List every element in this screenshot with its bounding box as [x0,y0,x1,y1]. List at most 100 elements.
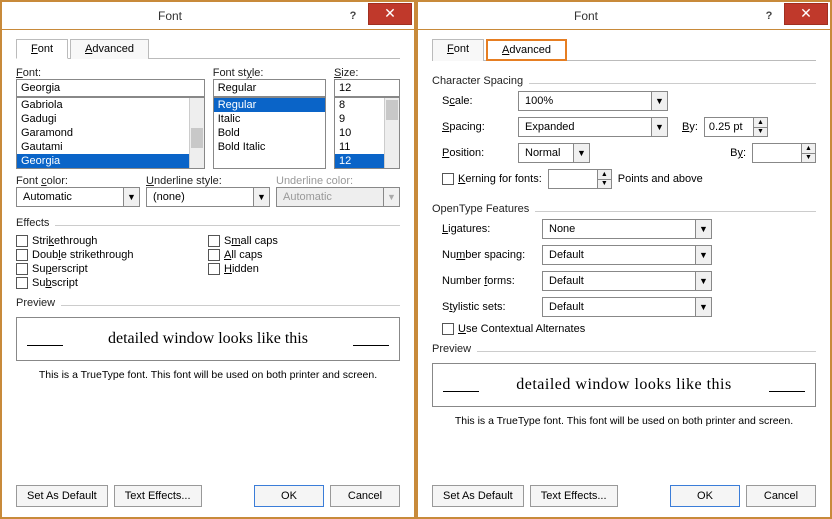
set-as-default-button[interactable]: Set As Default [16,485,108,507]
spacing-combo[interactable]: Expanded▼ [518,117,668,137]
help-button[interactable]: ? [754,5,784,27]
spacing-by-spinner[interactable]: ▲▼ [704,117,768,137]
set-as-default-button[interactable]: Set As Default [432,485,524,507]
scrollbar[interactable] [189,98,204,168]
combo-value: None [543,223,695,235]
spin-down-icon[interactable]: ▼ [598,180,611,189]
subscript-checkbox[interactable]: Subscript [16,277,208,289]
list-item[interactable]: Italic [214,112,325,126]
chevron-down-icon[interactable]: ▼ [123,188,139,206]
list-item[interactable]: Georgia [17,154,204,168]
font-dialog-font-tab: Font ? ✕ Font Advanced Font: Gabriola Ga… [0,0,416,519]
list-item[interactable]: Regular [214,98,325,112]
spin-up-icon[interactable]: ▲ [802,144,815,154]
fontstyle-input[interactable] [213,79,326,97]
spin-up-icon[interactable]: ▲ [598,170,611,180]
ligatures-label: Ligatures: [442,223,536,235]
smallcaps-checkbox[interactable]: Small caps [208,235,400,247]
list-item[interactable]: Gabriola [17,98,204,112]
underlinecolor-combo: Automatic ▼ [276,187,400,207]
chevron-down-icon[interactable]: ▼ [573,144,589,162]
combo-value: Expanded [519,121,651,133]
ok-button[interactable]: OK [670,485,740,507]
chevron-down-icon[interactable]: ▼ [253,188,269,206]
fontstyle-listbox[interactable]: Regular Italic Bold Bold Italic [213,97,326,169]
help-button[interactable]: ? [338,5,368,27]
close-button[interactable]: ✕ [784,3,828,25]
ligatures-combo[interactable]: None▼ [542,219,712,239]
hidden-checkbox[interactable]: Hidden [208,263,400,275]
contextual-alternates-checkbox[interactable]: Use Contextual Alternates [442,323,816,335]
close-button[interactable]: ✕ [368,3,412,25]
spacing-label: Spacing: [442,121,512,133]
size-listbox[interactable]: 8 9 10 11 12 [334,97,400,169]
by-label: By: [682,121,698,133]
font-listbox[interactable]: Gabriola Gadugi Garamond Gautami Georgia [16,97,205,169]
numberforms-combo[interactable]: Default▼ [542,271,712,291]
spinner-input[interactable] [549,170,597,188]
superscript-checkbox[interactable]: Superscript [16,263,208,275]
size-input[interactable] [334,79,400,97]
tab-font[interactable]: Font [16,39,68,59]
tab-advanced[interactable]: Advanced [70,39,149,59]
strikethrough-checkbox[interactable]: Strikethrough [16,235,208,247]
tab-font[interactable]: Font [432,39,484,61]
font-input[interactable] [16,79,205,97]
fontcolor-combo[interactable]: Automatic ▼ [16,187,140,207]
allcaps-checkbox[interactable]: All caps [208,249,400,261]
list-item[interactable]: Bold Italic [214,140,325,154]
cancel-button[interactable]: Cancel [746,485,816,507]
combo-value: Automatic [17,191,123,203]
position-by-spinner[interactable]: ▲▼ [752,143,816,163]
combo-value: Normal [519,147,573,159]
chevron-down-icon[interactable]: ▼ [695,272,711,290]
text-effects-button[interactable]: Text Effects... [114,485,202,507]
size-label: Size: [334,67,400,79]
window-title: Font [2,9,338,23]
tabs: Font Advanced [16,38,400,59]
preview-label: Preview [16,297,55,309]
list-item[interactable]: Garamond [17,126,204,140]
spin-down-icon[interactable]: ▼ [802,154,815,163]
underlinestyle-combo[interactable]: (none) ▼ [146,187,270,207]
effects-group: Effects [16,217,49,229]
preview-text: detailed window looks like this [108,330,308,348]
text-effects-button[interactable]: Text Effects... [530,485,618,507]
kerning-spinner[interactable]: ▲▼ [548,169,612,189]
scale-label: Scale: [442,95,512,107]
chevron-down-icon[interactable]: ▼ [695,246,711,264]
font-note: This is a TrueType font. This font will … [432,415,816,427]
numberspacing-label: Number spacing: [442,249,536,261]
chevron-down-icon[interactable]: ▼ [695,220,711,238]
list-item[interactable]: Bold [214,126,325,140]
cancel-button[interactable]: Cancel [330,485,400,507]
numberspacing-combo[interactable]: Default▼ [542,245,712,265]
font-dialog-advanced-tab: Font ? ✕ Font Advanced Character Spacing… [416,0,832,519]
preview-label: Preview [432,343,471,355]
list-item[interactable]: Gadugi [17,112,204,126]
list-item[interactable]: Gautami [17,140,204,154]
charspacing-group: Character Spacing [432,75,523,87]
tab-advanced[interactable]: Advanced [486,39,567,61]
by-label: By: [730,147,746,159]
scale-combo[interactable]: 100%▼ [518,91,668,111]
combo-value: Automatic [277,191,383,203]
font-label: Font: [16,67,205,79]
kerning-checkbox[interactable]: Kerning for fonts: [442,173,542,185]
chevron-down-icon[interactable]: ▼ [695,298,711,316]
stylisticsets-combo[interactable]: Default▼ [542,297,712,317]
stylisticsets-label: Stylistic sets: [442,301,536,313]
font-note: This is a TrueType font. This font will … [16,369,400,381]
double-strikethrough-checkbox[interactable]: Double strikethrough [16,249,208,261]
ok-button[interactable]: OK [254,485,324,507]
chevron-down-icon[interactable]: ▼ [651,118,667,136]
spin-down-icon[interactable]: ▼ [754,128,767,137]
kerning-suffix: Points and above [618,173,703,185]
scrollbar[interactable] [384,98,399,168]
position-combo[interactable]: Normal▼ [518,143,590,163]
chevron-down-icon[interactable]: ▼ [651,92,667,110]
spinner-input[interactable] [753,144,801,162]
spinner-input[interactable] [705,118,753,136]
spin-up-icon[interactable]: ▲ [754,118,767,128]
titlebar: Font ? ✕ [2,2,414,30]
